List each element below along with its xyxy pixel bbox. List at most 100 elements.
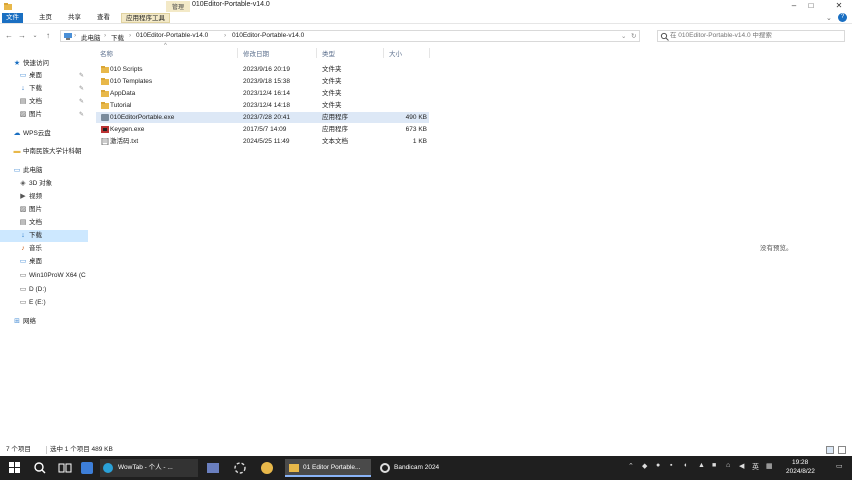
nav-item[interactable]: ▬ 中南民族大学计科朝 xyxy=(0,146,88,158)
breadcrumb-separator-icon[interactable]: › xyxy=(224,32,226,39)
nav-item-label: 下载 xyxy=(29,232,42,239)
app-icon[interactable] xyxy=(231,459,249,477)
taskbar-bandicam[interactable]: Bandicam 2024 xyxy=(376,459,456,477)
tab-file[interactable]: 文件 xyxy=(2,13,23,23)
nav-item[interactable]: ♪ 音乐 xyxy=(0,243,88,255)
file-row[interactable]: 010EditorPortable.exe 2023/7/28 20:41 应用程序… xyxy=(96,112,429,123)
app-icon[interactable] xyxy=(258,459,276,477)
task-view-icon[interactable] xyxy=(56,459,74,477)
column-divider[interactable] xyxy=(429,48,430,58)
search-icon[interactable] xyxy=(31,459,49,477)
search-box[interactable] xyxy=(657,30,845,42)
maximize-icon[interactable]: □ xyxy=(804,0,818,12)
recent-dropdown-icon[interactable]: ⌄ xyxy=(30,30,40,42)
column-header-size[interactable]: 大小 xyxy=(389,48,402,58)
file-row[interactable]: AppData 2023/12/4 16:14 文件夹 xyxy=(96,88,429,99)
windows-start-icon[interactable] xyxy=(6,459,24,477)
breadcrumb-separator-icon[interactable]: › xyxy=(104,32,106,39)
forward-icon[interactable]: → xyxy=(17,30,27,42)
breadcrumb-parent-folder[interactable]: 010Editor-Portable-v14.0 xyxy=(136,32,208,39)
manage-context-tab[interactable]: 管理 xyxy=(166,1,191,12)
details-view-icon[interactable] xyxy=(826,446,834,454)
address-dropdown-icon[interactable]: ⌄ xyxy=(621,32,626,40)
file-size: 673 KB xyxy=(405,126,427,133)
nav-item[interactable]: ↓ 下载 xyxy=(0,230,88,242)
breadcrumb-this-pc[interactable]: 此电脑 xyxy=(81,32,101,42)
help-icon[interactable]: ? xyxy=(838,13,847,22)
nav-item[interactable]: ★ 快速访问 xyxy=(0,58,88,70)
tray-icon[interactable]: ■ xyxy=(712,462,716,469)
pin-icon[interactable]: ✎ xyxy=(79,96,84,108)
column-header-date[interactable]: 修改日期 xyxy=(243,48,269,58)
nav-item[interactable]: ▤ 文档 xyxy=(0,217,88,229)
notification-icon[interactable]: ▭ xyxy=(836,462,843,470)
close-icon[interactable]: ✕ xyxy=(832,0,846,12)
nav-item[interactable]: ▭ 此电脑 xyxy=(0,165,88,177)
column-divider[interactable] xyxy=(383,48,384,58)
file-row[interactable]: 激活码.txt 2024/5/25 11:49 文本文档 1 KB xyxy=(96,136,429,147)
large-icons-view-icon[interactable] xyxy=(838,446,846,454)
ime-mode-icon[interactable]: ▦ xyxy=(766,462,773,470)
file-row[interactable]: 010 Templates 2023/9/18 15:38 文件夹 xyxy=(96,76,429,87)
column-divider[interactable] xyxy=(316,48,317,58)
refresh-icon[interactable]: ↻ xyxy=(631,32,636,40)
nav-item[interactable]: ▭ D (D:) xyxy=(0,284,88,296)
pin-icon[interactable]: ✎ xyxy=(79,109,84,121)
nav-item[interactable]: ◈ 3D 对象 xyxy=(0,178,88,190)
app-icon[interactable] xyxy=(78,459,96,477)
file-row[interactable]: Tutorial 2023/12/4 14:18 文件夹 xyxy=(96,100,429,111)
tray-icon[interactable]: ▪ xyxy=(670,462,672,469)
app-icon[interactable] xyxy=(204,459,222,477)
column-divider[interactable] xyxy=(237,48,238,58)
nav-item[interactable]: ↓ 下载 ✎ xyxy=(0,83,88,95)
tray-icon[interactable]: ◐ xyxy=(684,462,688,469)
tab-app-tools[interactable]: 应用程序工具 xyxy=(121,13,170,23)
nav-item[interactable]: ▭ Win10ProW X64 (C xyxy=(0,270,88,282)
clock-time[interactable]: 19:28 xyxy=(792,459,808,466)
nav-item[interactable]: ▨ 图片 xyxy=(0,204,88,216)
nav-item[interactable]: ▶ 视频 xyxy=(0,191,88,203)
tray-icon[interactable]: ● xyxy=(656,462,660,469)
volume-icon[interactable]: ◀ xyxy=(739,462,744,470)
back-icon[interactable]: ← xyxy=(4,30,14,42)
nav-item[interactable]: ▤ 文档 ✎ xyxy=(0,96,88,108)
nav-item[interactable]: ▭ E (E:) xyxy=(0,297,88,309)
network-icon[interactable]: ⌂ xyxy=(726,462,730,469)
file-row[interactable]: 010 Scripts 2023/9/16 20:19 文件夹 xyxy=(96,64,429,75)
breadcrumb-current-folder[interactable]: 010Editor-Portable-v14.0 xyxy=(232,32,304,39)
pin-icon[interactable]: ✎ xyxy=(79,70,84,82)
taskbar-wowtab[interactable]: WowTab - 个人 - ... xyxy=(100,459,198,477)
tab-view[interactable]: 查看 xyxy=(93,13,114,23)
nav-item[interactable]: ▨ 图片 ✎ xyxy=(0,109,88,121)
file-name: 010 Scripts xyxy=(110,66,143,73)
minimize-icon[interactable]: – xyxy=(787,0,801,12)
tab-share[interactable]: 共享 xyxy=(64,13,85,23)
search-input[interactable] xyxy=(670,32,840,39)
nav-item[interactable]: ▭ 桌面 ✎ xyxy=(0,70,88,82)
chevron-down-icon[interactable]: ⌄ xyxy=(826,14,832,22)
column-header-name[interactable]: 名称 xyxy=(100,48,113,58)
file-row[interactable]: Keygen.exe 2017/5/7 14:09 应用程序 673 KB xyxy=(96,124,429,135)
column-header-type[interactable]: 类型 xyxy=(322,48,335,58)
nav-item[interactable]: ☁ WPS云盘 xyxy=(0,128,88,140)
nav-item-label: 视频 xyxy=(29,193,42,200)
file-name: Tutorial xyxy=(110,102,132,109)
tray-icon[interactable]: ▲ xyxy=(698,462,705,469)
breadcrumb-separator-icon[interactable]: › xyxy=(129,32,131,39)
tab-home[interactable]: 主页 xyxy=(35,13,56,23)
ime-indicator[interactable]: 英 xyxy=(752,462,759,472)
file-size: 490 KB xyxy=(405,114,427,121)
clock-date[interactable]: 2024/8/22 xyxy=(786,468,815,475)
breadcrumb[interactable]: › 此电脑 › 下载 › 010Editor-Portable-v14.0 › … xyxy=(60,30,640,42)
tray-icon[interactable]: ⌃ xyxy=(628,462,634,470)
taskbar-explorer[interactable]: 01 Editor Portable... xyxy=(285,459,371,477)
breadcrumb-downloads[interactable]: 下载 xyxy=(111,32,124,42)
breadcrumb-separator-icon[interactable]: › xyxy=(74,32,76,39)
folder-icon xyxy=(101,78,109,85)
exe-icon xyxy=(101,114,109,121)
up-icon[interactable]: ↑ xyxy=(43,30,53,42)
nav-item[interactable]: ⊞ 网络 xyxy=(0,316,88,328)
tray-icon[interactable]: ◆ xyxy=(642,462,647,470)
nav-item[interactable]: ▭ 桌面 xyxy=(0,256,88,268)
pin-icon[interactable]: ✎ xyxy=(79,83,84,95)
